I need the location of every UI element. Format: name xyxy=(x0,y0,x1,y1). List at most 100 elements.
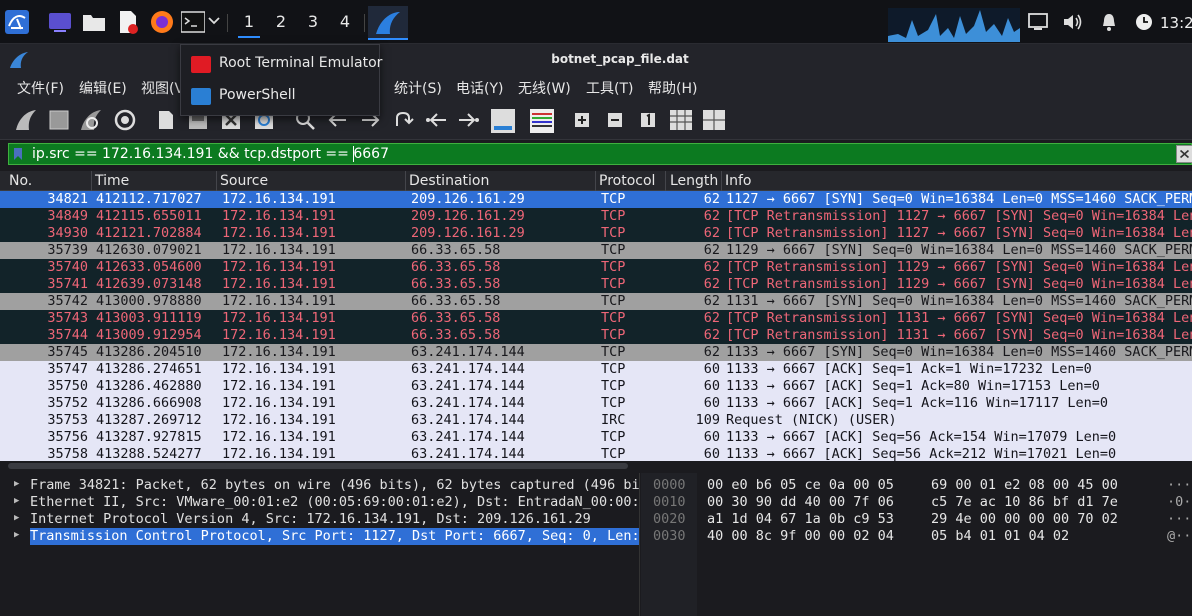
packet-row[interactable]: 35743 413003.911119 172.16.134.191 66.33.65… xyxy=(0,310,1192,327)
packet-row[interactable]: 35753 413287.269712 172.16.134.191 63.241.1… xyxy=(0,412,1192,429)
packet-row[interactable]: 35747 413286.274651 172.16.134.191 63.241.1… xyxy=(0,361,1192,378)
hex-row[interactable]: 0030 40 00 8c 9f 00 00 02 04 05 b4 01 01 0… xyxy=(641,528,1192,545)
cell-protocol: TCP xyxy=(601,361,626,377)
hex-row[interactable]: 0000 00 e0 b6 05 ce 0a 00 05 69 00 01 e2 0… xyxy=(641,477,1192,494)
colorize-icon[interactable] xyxy=(529,108,555,134)
column-divider[interactable] xyxy=(595,171,596,191)
hex-offset: 0020 xyxy=(653,511,686,527)
normal-size-icon[interactable] xyxy=(640,112,656,128)
column-header-info[interactable]: Info xyxy=(725,173,752,189)
packet-row[interactable]: 35742 413000.978880 172.16.134.191 66.33.65… xyxy=(0,293,1192,310)
detail-tree-item[interactable]: ▶ Frame 34821: Packet, 62 bytes on wire (… xyxy=(0,477,639,494)
packet-list[interactable]: 34821 412112.717027 172.16.134.191 209.126.… xyxy=(0,191,1192,461)
expand-arrow-icon[interactable]: ▶ xyxy=(14,496,19,506)
workspace-3[interactable]: 3 xyxy=(298,8,328,36)
taskbar-wireshark-button[interactable] xyxy=(368,6,408,40)
packet-row[interactable]: 35740 412633.054600 172.16.134.191 66.33.65… xyxy=(0,259,1192,276)
clear-filter-icon[interactable] xyxy=(1176,145,1192,163)
clock-time[interactable]: 13:29 xyxy=(1160,14,1192,32)
packet-row[interactable]: 35739 412630.079021 172.16.134.191 66.33.65… xyxy=(0,242,1192,259)
pane-splitter[interactable] xyxy=(0,461,1192,473)
desktop-icon[interactable] xyxy=(48,10,72,34)
menu-file[interactable]: 文件(F) xyxy=(17,78,64,98)
start-capture-icon[interactable] xyxy=(14,108,38,132)
cell-destination: 209.126.161.29 xyxy=(411,191,525,207)
go-to-packet-icon[interactable] xyxy=(391,108,415,132)
cell-protocol: TCP xyxy=(601,225,626,241)
column-divider[interactable] xyxy=(405,171,406,191)
column-header-destination[interactable]: Destination xyxy=(409,173,489,189)
column-divider[interactable] xyxy=(721,171,722,191)
capture-options-icon[interactable] xyxy=(113,108,137,132)
restart-capture-icon[interactable] xyxy=(79,108,103,132)
volume-icon[interactable] xyxy=(1062,12,1084,32)
detail-tree-item[interactable]: ▶ Ethernet II, Src: VMware_00:01:e2 (00:0… xyxy=(0,494,639,511)
open-file-icon[interactable] xyxy=(154,108,178,132)
display-icon[interactable] xyxy=(1028,12,1048,32)
packet-row[interactable]: 35750 413286.462880 172.16.134.191 63.241.1… xyxy=(0,378,1192,395)
hex-row[interactable]: 0020 a1 1d 04 67 1a 0b c9 53 29 4e 00 00 0… xyxy=(641,511,1192,528)
filter-expression[interactable]: ip.src == 172.16.134.191 && tcp.dstport … xyxy=(32,146,389,162)
expand-arrow-icon[interactable]: ▶ xyxy=(14,530,19,540)
menu-item-powershell[interactable]: PowerShell xyxy=(181,82,379,110)
packet-row[interactable]: 35745 413286.204510 172.16.134.191 63.241.1… xyxy=(0,344,1192,361)
packet-details-pane[interactable]: ▶ Frame 34821: Packet, 62 bytes on wire (… xyxy=(0,473,640,616)
text-editor-icon[interactable] xyxy=(116,10,140,34)
packet-row[interactable]: 35744 413009.912954 172.16.134.191 66.33.65… xyxy=(0,327,1192,344)
kali-menu-icon[interactable] xyxy=(5,10,29,34)
resize-columns-icon[interactable] xyxy=(669,108,693,132)
file-manager-icon[interactable] xyxy=(82,10,106,34)
zoom-in-icon[interactable] xyxy=(574,112,590,128)
menu-telephony[interactable]: 电话(Y) xyxy=(456,78,503,98)
terminal-icon[interactable] xyxy=(181,10,205,34)
packet-row[interactable]: 35741 412639.073148 172.16.134.191 66.33.65… xyxy=(0,276,1192,293)
filter-bookmark-icon[interactable] xyxy=(13,147,23,161)
workspace-1[interactable]: 1 xyxy=(234,8,264,38)
column-divider[interactable] xyxy=(216,171,217,191)
hex-row[interactable]: 0010 00 30 90 dd 40 00 7f 06 c5 7e ac 10 8… xyxy=(641,494,1192,511)
last-packet-icon[interactable] xyxy=(457,108,481,132)
packet-row[interactable]: 34821 412112.717027 172.16.134.191 209.126.… xyxy=(0,191,1192,208)
column-header-time[interactable]: Time xyxy=(95,173,129,189)
menu-edit[interactable]: 编辑(E) xyxy=(79,78,127,98)
notification-bell-icon[interactable] xyxy=(1099,12,1119,32)
cell-time: 413286.204510 xyxy=(96,344,202,360)
workspace-2[interactable]: 2 xyxy=(266,8,296,36)
menu-help[interactable]: 帮助(H) xyxy=(648,78,697,98)
firefox-icon[interactable] xyxy=(150,10,174,34)
hex-bytes-right: 05 b4 01 01 04 02 xyxy=(931,528,1070,544)
column-divider[interactable] xyxy=(91,171,92,191)
detail-tree-item[interactable]: ▶ Internet Protocol Version 4, Src: 172.1… xyxy=(0,511,639,528)
stop-capture-icon[interactable] xyxy=(47,108,71,132)
menu-statistics[interactable]: 统计(S) xyxy=(394,78,442,98)
column-header-source[interactable]: Source xyxy=(220,173,268,189)
packet-row[interactable]: 35756 413287.927815 172.16.134.191 63.241.1… xyxy=(0,429,1192,446)
cell-info: [TCP Retransmission] 1131 → 6667 [SYN] S… xyxy=(726,327,1192,343)
menu-wireless[interactable]: 无线(W) xyxy=(518,78,571,98)
packet-row[interactable]: 35758 413288.524277 172.16.134.191 63.241.1… xyxy=(0,446,1192,461)
first-packet-icon[interactable] xyxy=(424,108,448,132)
cell-no: 35739 xyxy=(47,242,88,258)
detail-tree-item[interactable]: ▶ Transmission Control Protocol, Src Port… xyxy=(0,528,639,545)
menu-tools[interactable]: 工具(T) xyxy=(586,78,633,98)
packet-row[interactable]: 34930 412121.702884 172.16.134.191 209.126.… xyxy=(0,225,1192,242)
expand-arrow-icon[interactable]: ▶ xyxy=(14,479,19,489)
cell-time: 413286.462880 xyxy=(96,378,202,394)
packet-row[interactable]: 34849 412115.655011 172.16.134.191 209.126.… xyxy=(0,208,1192,225)
column-divider[interactable] xyxy=(665,171,666,191)
column-header-protocol[interactable]: Protocol xyxy=(599,173,655,189)
zoom-out-icon[interactable] xyxy=(607,112,623,128)
horizontal-scrollbar[interactable] xyxy=(8,463,628,469)
column-header-no[interactable]: No. xyxy=(9,173,32,189)
display-filter-input[interactable]: ip.src == 172.16.134.191 && tcp.dstport … xyxy=(8,143,1192,165)
split-columns-icon[interactable] xyxy=(702,108,726,132)
chevron-down-icon[interactable] xyxy=(207,14,221,28)
menu-item-root-terminal[interactable]: Root Terminal Emulator xyxy=(181,50,382,78)
autoscroll-icon[interactable] xyxy=(490,108,516,134)
packet-bytes-pane[interactable]: 0000 00 e0 b6 05 ce 0a 00 05 69 00 01 e2 0… xyxy=(641,473,1192,616)
expand-arrow-icon[interactable]: ▶ xyxy=(14,513,19,523)
workspace-4[interactable]: 4 xyxy=(330,8,360,36)
hex-bytes-right: 69 00 01 e2 08 00 45 00 xyxy=(931,477,1118,493)
column-header-length[interactable]: Length xyxy=(670,173,718,189)
packet-row[interactable]: 35752 413286.666908 172.16.134.191 63.241.1… xyxy=(0,395,1192,412)
